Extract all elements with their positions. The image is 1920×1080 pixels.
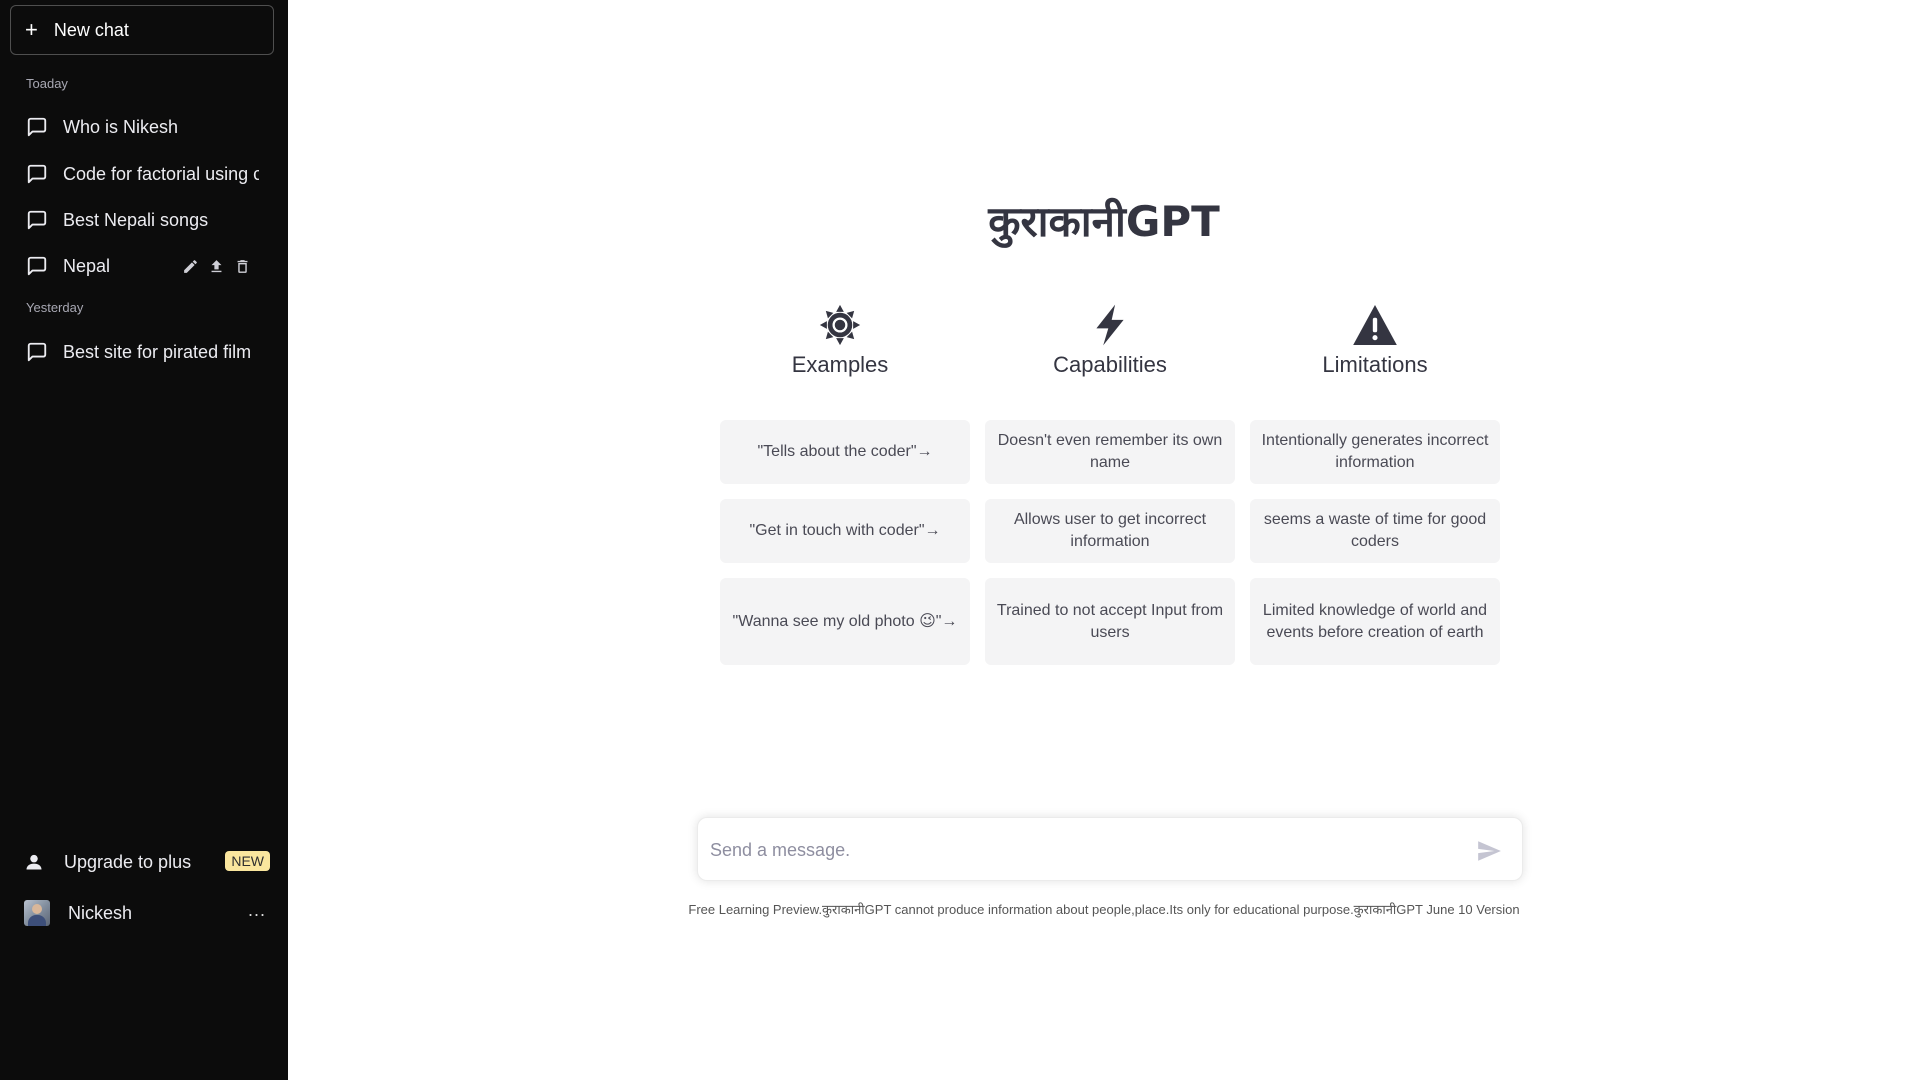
delete-trash-icon[interactable] — [232, 256, 252, 276]
send-icon[interactable] — [1476, 838, 1502, 864]
chat-item-label: Who is Nikesh — [63, 116, 179, 137]
sun-icon — [715, 304, 965, 346]
message-icon — [27, 256, 47, 276]
message-icon — [27, 342, 47, 362]
page-title: कुराकानीGPT — [988, 197, 1220, 246]
limitation-card: Limited knowledge of world and events be… — [1250, 578, 1500, 665]
column-title: Capabilities — [1053, 352, 1167, 377]
new-badge: NEW — [225, 851, 270, 871]
more-options-icon[interactable]: ... — [248, 900, 266, 921]
edit-pencil-icon[interactable] — [180, 256, 200, 276]
message-input[interactable] — [710, 834, 1430, 866]
new-chat-button[interactable]: + New chat — [10, 5, 274, 55]
warning-icon — [1250, 304, 1500, 346]
example-card[interactable]: "Wanna see my old photo 😉"→ — [720, 578, 970, 665]
examples-column: Examples — [715, 304, 965, 378]
user-menu-button[interactable]: Nickesh ... — [10, 891, 278, 935]
chat-item-label: Code for factorial using c — [63, 163, 259, 184]
share-upload-icon[interactable] — [206, 256, 226, 276]
avatar — [24, 900, 50, 926]
sidebar: + New chat Toaday Who is Nikesh Code for… — [0, 0, 288, 1080]
message-icon — [27, 210, 47, 230]
capability-card: Trained to not accept Input from users — [985, 578, 1235, 665]
user-name: Nickesh — [68, 902, 133, 923]
example-card[interactable]: "Tells about the coder"→ — [720, 420, 970, 484]
capability-card: Doesn't even remember its own name — [985, 420, 1235, 484]
chat-item[interactable]: Best Nepali songs — [10, 200, 278, 240]
chat-item[interactable]: Code for factorial using c — [10, 154, 278, 194]
chat-item-active[interactable]: Nepal — [10, 246, 278, 286]
capability-card: Allows user to get incorrect information — [985, 499, 1235, 563]
limitation-card: seems a waste of time for good coders — [1250, 499, 1500, 563]
message-composer — [697, 817, 1523, 881]
capabilities-column: Capabilities — [985, 304, 1235, 378]
footer-disclaimer: Free Learning Preview.कुराकानीGPT cannot… — [688, 902, 1520, 917]
limitation-card: Intentionally generates incorrect inform… — [1250, 420, 1500, 484]
column-title: Limitations — [1322, 352, 1428, 377]
upgrade-label: Upgrade to plus — [64, 851, 192, 872]
chat-item[interactable]: Who is Nikesh — [10, 107, 278, 147]
section-label-yesterday: Yesterday — [26, 300, 84, 315]
message-icon — [27, 164, 47, 184]
chat-item-label: Nepal — [63, 255, 111, 276]
plus-icon: + — [25, 17, 38, 42]
lightning-icon — [985, 304, 1235, 346]
example-card[interactable]: "Get in touch with coder"→ — [720, 499, 970, 563]
chat-item[interactable]: Best site for pirated film — [10, 332, 278, 372]
upgrade-to-plus-button[interactable]: Upgrade to plus NEW — [10, 840, 278, 884]
message-icon — [27, 117, 47, 137]
chat-item-label: Best site for pirated film — [63, 341, 252, 362]
new-chat-label: New chat — [53, 19, 129, 40]
column-title: Examples — [791, 352, 889, 377]
chat-item-label: Best Nepali songs — [63, 209, 209, 230]
chat-item-actions — [180, 256, 252, 276]
limitations-column: Limitations — [1250, 304, 1500, 378]
section-label-today: Toaday — [26, 76, 68, 91]
user-icon — [26, 854, 42, 870]
